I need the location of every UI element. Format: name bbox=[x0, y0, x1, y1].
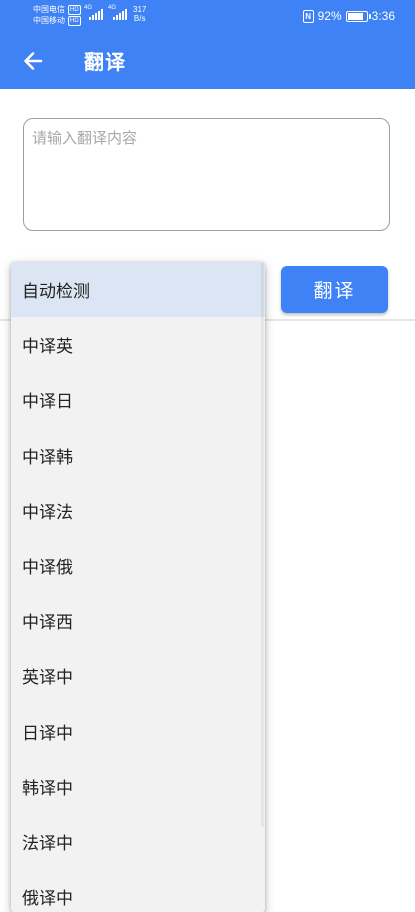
speed-value: 317 bbox=[133, 5, 147, 14]
dropdown-item[interactable]: 韩译中 bbox=[11, 759, 265, 814]
translate-input[interactable] bbox=[24, 119, 389, 230]
carrier-info: 中国电信 HD 中国移动 HD bbox=[33, 4, 81, 26]
translate-button[interactable]: 翻译 bbox=[281, 266, 388, 313]
dropdown-item[interactable]: 中译英 bbox=[11, 317, 265, 372]
network-speed: 317 B/s bbox=[133, 5, 146, 23]
dropdown-item[interactable]: 中译俄 bbox=[11, 538, 265, 593]
dropdown-item[interactable]: 中译日 bbox=[11, 372, 265, 427]
speed-unit: B/s bbox=[133, 14, 146, 23]
dropdown-item[interactable]: 自动检测 bbox=[11, 262, 265, 318]
hd-badge-1: HD bbox=[68, 4, 81, 15]
status-bar: 中国电信 HD 中国移动 HD 4G 4G 317 B/s N 92% 3:36 bbox=[0, 0, 415, 31]
dropdown-item[interactable]: 法译中 bbox=[11, 814, 265, 869]
battery-percent: 92% bbox=[317, 9, 342, 23]
dropdown-item[interactable]: 英译中 bbox=[11, 648, 265, 703]
clock: 3:36 bbox=[371, 9, 395, 23]
arrow-left-icon bbox=[24, 52, 43, 70]
dropdown-item[interactable]: 俄译中 bbox=[11, 869, 265, 912]
dropdown-item[interactable]: 中译法 bbox=[11, 483, 265, 538]
language-dropdown[interactable]: 自动检测 中译英 中译日 中译韩 中译法 中译俄 中译西 英译中 日译中 韩译中 法译中 俄译中 bbox=[11, 262, 265, 912]
signal-icon: 4G bbox=[84, 5, 103, 20]
translate-input-box[interactable] bbox=[23, 118, 390, 231]
carrier-1-label: 中国电信 bbox=[33, 5, 65, 14]
nfc-icon: N bbox=[302, 9, 314, 23]
signal-indicators: 4G 4G bbox=[84, 5, 127, 20]
signal-icon: 4G bbox=[108, 5, 127, 20]
dropdown-item[interactable]: 中译韩 bbox=[11, 428, 265, 483]
app-bar: 中国电信 HD 中国移动 HD 4G 4G 317 B/s N 92% 3:36… bbox=[0, 0, 415, 89]
carrier-2-label: 中国移动 bbox=[33, 16, 65, 25]
hd-badge-2: HD bbox=[68, 15, 81, 26]
battery-icon bbox=[345, 10, 371, 22]
dropdown-item[interactable]: 中译西 bbox=[11, 593, 265, 648]
status-right: N 92% 3:36 bbox=[302, 9, 395, 23]
dropdown-item[interactable]: 日译中 bbox=[11, 704, 265, 759]
page-title: 翻译 bbox=[84, 50, 126, 74]
dropdown-scrollbar[interactable] bbox=[261, 262, 264, 827]
language-list: 自动检测 中译英 中译日 中译韩 中译法 中译俄 中译西 英译中 日译中 韩译中 法译中 俄译中 bbox=[11, 262, 265, 912]
back-button[interactable] bbox=[20, 48, 46, 74]
